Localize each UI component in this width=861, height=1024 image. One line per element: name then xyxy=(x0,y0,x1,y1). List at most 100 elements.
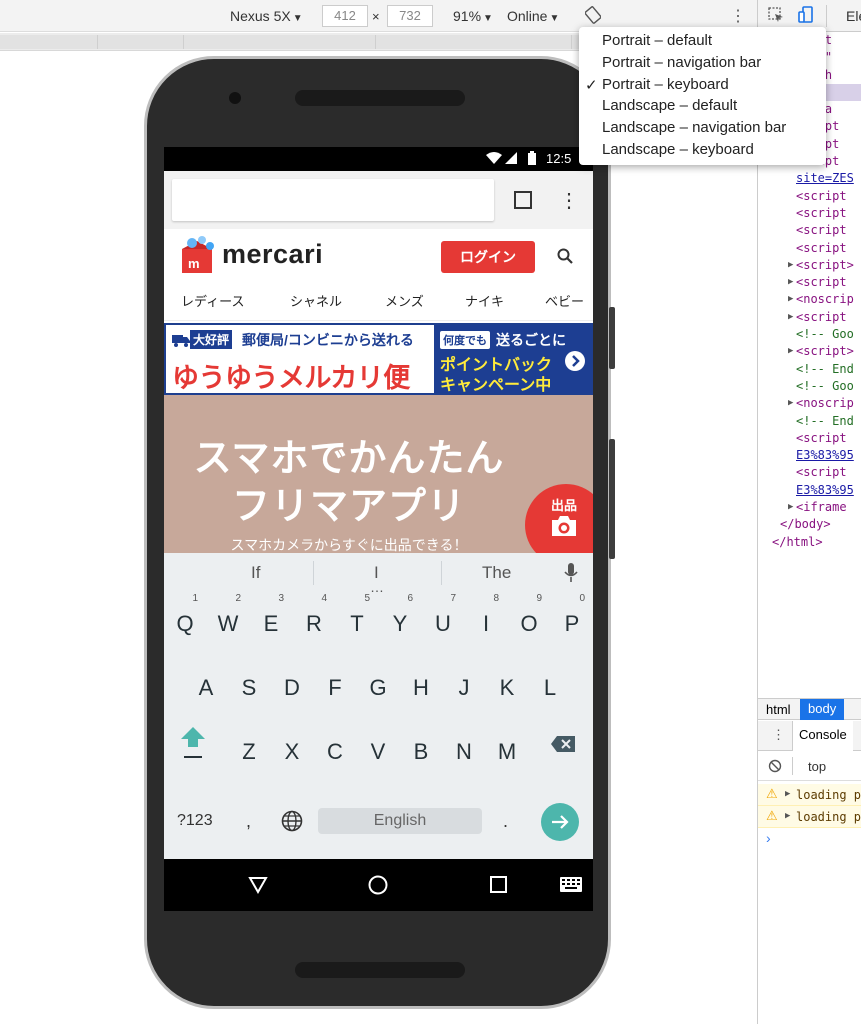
rotate-icon[interactable] xyxy=(584,6,602,27)
device-select[interactable]: Nexus 5X ▼ xyxy=(230,8,303,24)
expand-arrow-icon[interactable]: ▶ xyxy=(788,309,793,326)
inspect-element-icon[interactable] xyxy=(768,7,784,28)
expand-icon[interactable]: ▶ xyxy=(785,811,790,821)
dom-node-line[interactable]: <script xyxy=(758,240,861,257)
dom-node-line[interactable]: <!-- Goo xyxy=(758,378,861,395)
key-j[interactable]: J xyxy=(445,665,483,711)
key-l[interactable]: L xyxy=(531,665,569,711)
microphone-icon[interactable] xyxy=(564,563,578,588)
menu-item-landscape-default[interactable]: Landscape – default xyxy=(602,97,737,119)
category-item[interactable]: ナイキ xyxy=(465,291,504,310)
space-key[interactable]: English xyxy=(318,808,482,834)
key-g[interactable]: G xyxy=(359,665,397,711)
dom-node-line[interactable]: E3%83%95 xyxy=(758,482,861,499)
key-m[interactable]: M xyxy=(488,729,526,775)
browser-menu-icon[interactable]: ⋮ xyxy=(559,188,579,213)
dom-node-line[interactable]: <script xyxy=(758,430,861,447)
key-h[interactable]: H xyxy=(402,665,440,711)
console-prompt[interactable]: › xyxy=(766,830,771,846)
category-item[interactable]: ベビー xyxy=(545,291,584,310)
tab-console[interactable]: Console xyxy=(792,721,853,751)
key-o[interactable]: O9 xyxy=(510,593,548,647)
dom-node-line[interactable]: ▶ <noscrip xyxy=(758,291,861,308)
keyboard-switch-icon[interactable] xyxy=(560,877,582,897)
recents-icon[interactable] xyxy=(490,876,507,898)
dom-node-line[interactable]: <!-- Goo xyxy=(758,326,861,343)
menu-item-portrait-navigation-bar[interactable]: Portrait – navigation bar xyxy=(602,54,761,76)
zoom-select[interactable]: 91% ▼ xyxy=(453,8,493,24)
key-p[interactable]: P0 xyxy=(553,593,591,647)
key-b[interactable]: B xyxy=(402,729,440,775)
width-input[interactable]: 412 xyxy=(322,5,368,27)
key-t[interactable]: T5 xyxy=(338,593,376,647)
more-options-icon[interactable]: ⋮ xyxy=(730,6,746,26)
chevron-right-icon[interactable] xyxy=(565,351,585,376)
dom-node-line[interactable]: ▶ <script> xyxy=(758,257,861,274)
key-x[interactable]: X xyxy=(273,729,311,775)
dom-node-line[interactable]: site=ZES xyxy=(758,170,861,187)
home-icon[interactable] xyxy=(368,875,388,900)
category-item[interactable]: シャネル xyxy=(290,291,342,310)
dom-node-line[interactable]: <!-- End xyxy=(758,361,861,378)
breadcrumb-html[interactable]: html xyxy=(766,702,791,717)
key-a[interactable]: A xyxy=(187,665,225,711)
key-e[interactable]: E3 xyxy=(252,593,290,647)
device-toolbar-icon[interactable] xyxy=(798,6,814,29)
globe-icon[interactable] xyxy=(281,810,303,837)
dom-node-line[interactable]: <script xyxy=(758,464,861,481)
breadcrumb-body[interactable]: body xyxy=(800,699,845,720)
network-throttle-select[interactable]: Online ▼ xyxy=(507,8,559,24)
back-icon[interactable] xyxy=(248,876,268,899)
enter-key[interactable] xyxy=(541,803,579,841)
key-n[interactable]: N xyxy=(445,729,483,775)
category-item[interactable]: レディース xyxy=(181,291,244,310)
dom-node-line[interactable]: <script xyxy=(758,188,861,205)
drawer-menu-icon[interactable]: ⋮ xyxy=(772,727,785,743)
key-s[interactable]: S xyxy=(230,665,268,711)
dom-node-line[interactable]: ▶ <noscrip xyxy=(758,395,861,412)
dom-node-line[interactable]: <script xyxy=(758,205,861,222)
tab-elements[interactable]: Ele xyxy=(846,8,861,24)
key-w[interactable]: W2 xyxy=(209,593,247,647)
expand-arrow-icon[interactable]: ▶ xyxy=(788,343,793,360)
key-i[interactable]: I8 xyxy=(467,593,505,647)
more-suggestions-icon[interactable]: … xyxy=(370,579,384,595)
dom-node-line[interactable]: </body> xyxy=(758,516,861,533)
key-c[interactable]: C xyxy=(316,729,354,775)
key-r[interactable]: R4 xyxy=(295,593,333,647)
menu-item-portrait-keyboard[interactable]: Portrait – keyboard xyxy=(602,76,729,98)
height-input[interactable]: 732 xyxy=(387,5,433,27)
dom-node-line[interactable]: ▶ <iframe xyxy=(758,499,861,516)
menu-item-landscape-navigation-bar[interactable]: Landscape – navigation bar xyxy=(602,119,786,141)
dom-node-line[interactable]: <!-- End xyxy=(758,413,861,430)
mercari-logo-icon[interactable]: m xyxy=(180,235,218,280)
menu-item-portrait-default[interactable]: Portrait – default xyxy=(602,32,712,54)
tabs-icon[interactable] xyxy=(514,191,532,214)
key-q[interactable]: Q1 xyxy=(166,593,204,647)
expand-arrow-icon[interactable]: ▶ xyxy=(788,499,793,516)
context-select[interactable]: top xyxy=(808,759,826,774)
login-button[interactable]: ログイン xyxy=(441,241,535,273)
suggestion[interactable]: If xyxy=(251,563,260,583)
expand-arrow-icon[interactable]: ▶ xyxy=(788,257,793,274)
symbols-key[interactable]: ?123 xyxy=(177,812,213,830)
backspace-key-icon[interactable] xyxy=(550,735,576,758)
key-d[interactable]: D xyxy=(273,665,311,711)
expand-icon[interactable]: ▶ xyxy=(785,789,790,799)
key-z[interactable]: Z xyxy=(230,729,268,775)
dom-node-line[interactable]: E3%83%95 xyxy=(758,447,861,464)
expand-arrow-icon[interactable]: ▶ xyxy=(788,291,793,308)
dom-node-line[interactable]: <script xyxy=(758,222,861,239)
dom-node-line[interactable]: </html> xyxy=(758,534,861,551)
key-v[interactable]: V xyxy=(359,729,397,775)
suggestion[interactable]: The xyxy=(482,563,511,583)
expand-arrow-icon[interactable]: ▶ xyxy=(788,274,793,291)
category-item[interactable]: メンズ xyxy=(385,291,424,310)
shift-key-icon[interactable] xyxy=(180,725,206,764)
key-f[interactable]: F xyxy=(316,665,354,711)
clear-console-icon[interactable] xyxy=(768,759,782,776)
key-y[interactable]: Y6 xyxy=(381,593,419,647)
promo-banner[interactable]: 大好評 郵便局/コンビニから送れる ゆうゆうメルカリ便 何度でも 送るごとに ポ… xyxy=(164,323,593,395)
dom-node-line[interactable]: ▶ <script xyxy=(758,274,861,291)
key-u[interactable]: U7 xyxy=(424,593,462,647)
